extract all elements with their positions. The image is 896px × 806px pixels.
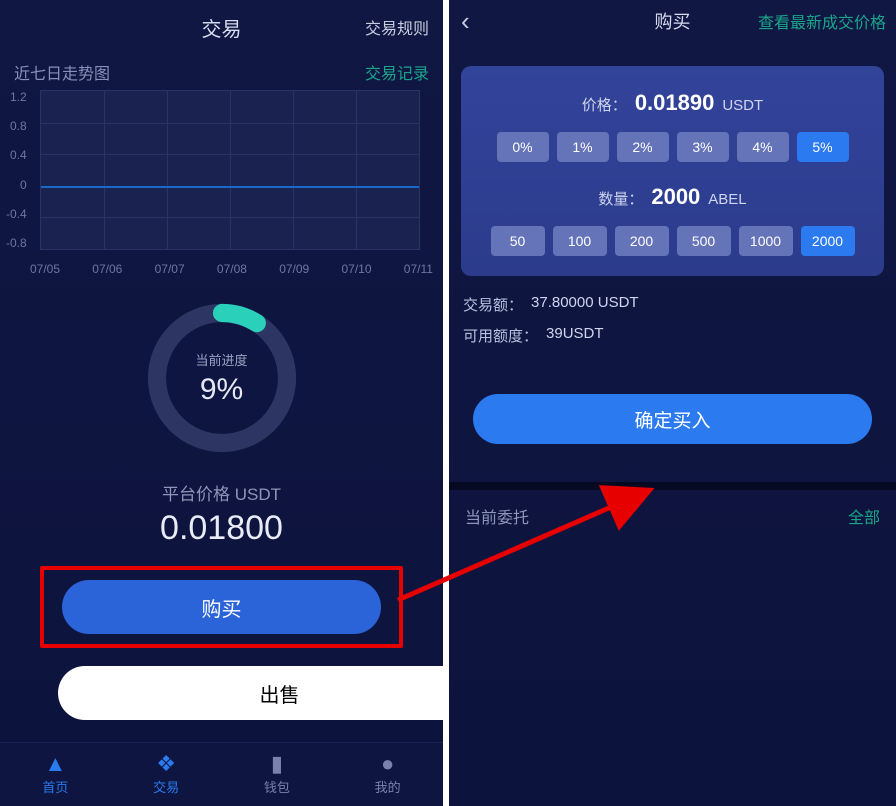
back-button[interactable]: ‹ <box>461 8 470 34</box>
y-tick: 1.2 <box>6 90 27 104</box>
all-orders-link[interactable]: 全部 <box>848 504 880 528</box>
progress-gauge: 当前进度 9% <box>144 300 300 456</box>
gauge-label: 当前进度 <box>195 350 247 369</box>
nav-label: 钱包 <box>264 777 290 796</box>
percent-chip[interactable]: 2% <box>617 132 669 162</box>
trade-amount-value: 37.80000 USDT <box>531 294 639 315</box>
qty-chip[interactable]: 1000 <box>739 226 793 256</box>
y-tick: 0.4 <box>6 148 27 162</box>
nav-wallet[interactable]: ▮ 钱包 <box>222 743 333 806</box>
qty-chip[interactable]: 2000 <box>801 226 855 256</box>
x-tick: 07/09 <box>279 262 309 276</box>
confirm-buy-button[interactable]: 确定买入 <box>473 394 872 444</box>
x-tick: 07/05 <box>30 262 60 276</box>
percent-chip[interactable]: 4% <box>737 132 789 162</box>
x-tick: 07/08 <box>217 262 247 276</box>
nav-mine[interactable]: ● 我的 <box>332 743 443 806</box>
buy-button[interactable]: 购买 <box>62 580 381 634</box>
trade-amount-label: 交易额： <box>463 294 523 315</box>
price-label: 价格： <box>582 94 627 115</box>
x-tick: 07/10 <box>341 262 371 276</box>
trend-chart: 1.2 0.8 0.4 0 -0.4 -0.8 0 <box>0 90 443 276</box>
qty-unit: ABEL <box>708 191 746 208</box>
price-value: 0.01890 <box>635 90 715 116</box>
y-tick: -0.8 <box>6 236 27 250</box>
nav-home[interactable]: ▲ 首页 <box>0 743 111 806</box>
qty-value: 2000 <box>651 184 700 210</box>
trend-title: 近七日走势图 <box>14 60 110 84</box>
qty-chip[interactable]: 50 <box>491 226 545 256</box>
price-unit: USDT <box>722 97 763 114</box>
wallet-icon: ▮ <box>271 753 283 775</box>
page-title: 购买 <box>655 8 691 34</box>
nav-label: 我的 <box>375 777 401 796</box>
y-tick: 0 <box>6 178 27 192</box>
qty-chip[interactable]: 200 <box>615 226 669 256</box>
user-icon: ● <box>381 753 394 775</box>
x-tick: 07/06 <box>92 262 122 276</box>
sell-button[interactable]: 出售 <box>58 666 501 720</box>
qty-chip[interactable]: 500 <box>677 226 731 256</box>
qty-label: 数量： <box>598 188 643 209</box>
x-tick: 07/11 <box>404 262 433 276</box>
y-tick: -0.4 <box>6 207 27 221</box>
percent-chip[interactable]: 0% <box>497 132 549 162</box>
percent-chip[interactable]: 3% <box>677 132 729 162</box>
qty-chip[interactable]: 100 <box>553 226 607 256</box>
platform-price: 0.01800 <box>0 509 443 548</box>
available-label: 可用额度： <box>463 325 538 346</box>
available-value: 39USDT <box>546 325 604 346</box>
percent-chip[interactable]: 5% <box>797 132 849 162</box>
nav-label: 首页 <box>42 777 68 796</box>
latest-price-link[interactable]: 查看最新成交价格 <box>758 9 886 33</box>
home-icon: ▲ <box>44 753 66 775</box>
rules-link[interactable]: 交易规则 <box>365 15 429 39</box>
nav-label: 交易 <box>153 777 179 796</box>
annotation-highlight-box: 购买 <box>40 566 403 648</box>
platform-price-label: 平台价格 USDT <box>0 480 443 505</box>
gauge-value: 9% <box>200 373 243 407</box>
current-orders-label: 当前委托 <box>465 504 529 528</box>
x-tick: 07/07 <box>155 262 185 276</box>
records-link[interactable]: 交易记录 <box>365 60 429 84</box>
y-tick: 0.8 <box>6 119 27 133</box>
page-title: 交易 <box>202 13 242 42</box>
chevron-left-icon: ‹ <box>461 6 470 36</box>
trade-icon: ❖ <box>156 753 176 775</box>
percent-chip[interactable]: 1% <box>557 132 609 162</box>
nav-trade[interactable]: ❖ 交易 <box>111 743 222 806</box>
